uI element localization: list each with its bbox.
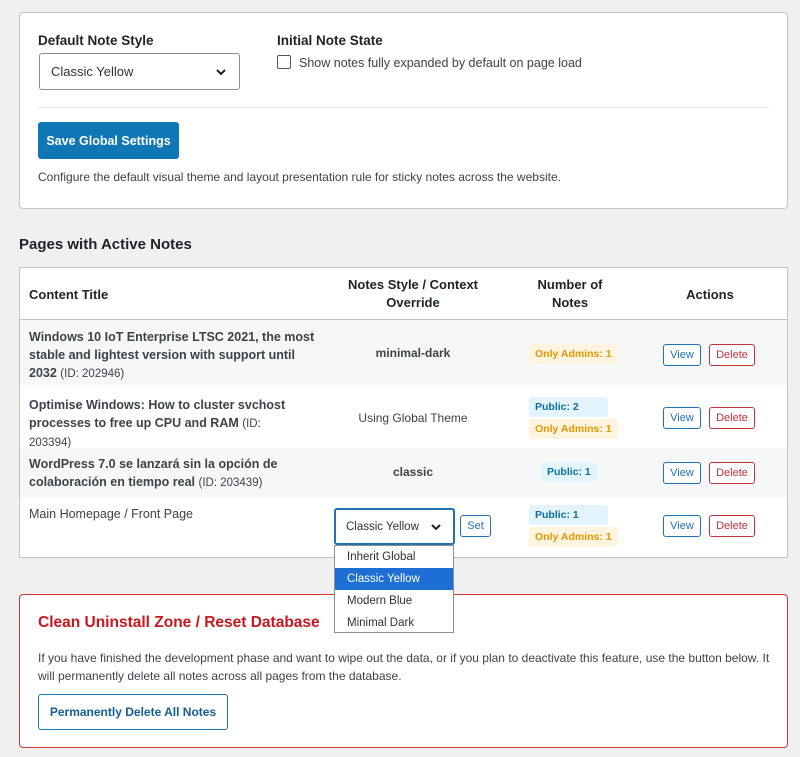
default-note-style-label: Default Note Style: [38, 33, 154, 48]
dropdown-option-minimal-dark[interactable]: Minimal Dark: [335, 612, 453, 634]
row-title: Windows 10 IoT Enterprise LTSC 2021, the…: [29, 328, 319, 383]
pages-table: Content Title Notes Style / Context Over…: [19, 267, 788, 558]
row-title: WordPress 7.0 se lanzará sin la opción d…: [29, 455, 299, 492]
col-actions: Actions: [686, 287, 734, 302]
row-title: Main Homepage / Front Page: [29, 505, 299, 523]
settings-description: Configure the default visual theme and l…: [38, 170, 561, 184]
note-style-dropdown: Inherit Global Classic Yellow Modern Blu…: [334, 545, 454, 633]
view-button[interactable]: View: [663, 344, 701, 366]
view-button[interactable]: View: [663, 462, 701, 484]
danger-zone-title: Clean Uninstall Zone / Reset Database: [38, 614, 320, 631]
note-style-override-value: Classic Yellow: [346, 520, 419, 533]
expanded-by-default-label: Show notes fully expanded by default on …: [299, 56, 582, 70]
delete-button[interactable]: Delete: [709, 407, 755, 429]
row-style: classic: [392, 465, 434, 479]
table-row: Optimise Windows: How to cluster svchost…: [20, 385, 787, 449]
row-style: Using Global Theme: [358, 411, 468, 425]
status-badge: Only Admins: 1: [529, 344, 618, 364]
default-note-style-select[interactable]: Classic Yellow: [39, 53, 240, 90]
dropdown-option-inherit-global[interactable]: Inherit Global: [335, 546, 453, 568]
col-number-of-notes: Number of Notes: [537, 277, 603, 310]
status-badge: Public: 1: [529, 505, 608, 525]
view-button[interactable]: View: [663, 515, 701, 537]
dropdown-option-classic-yellow[interactable]: Classic Yellow: [335, 568, 453, 590]
col-content-title: Content Title: [29, 287, 109, 302]
pages-heading: Pages with Active Notes: [19, 236, 192, 253]
delete-button[interactable]: Delete: [709, 344, 755, 366]
delete-button[interactable]: Delete: [709, 515, 755, 537]
status-badge: Public: 1: [541, 462, 597, 482]
divider: [38, 107, 769, 108]
set-button[interactable]: Set: [460, 515, 491, 537]
chevron-down-icon: [431, 523, 441, 530]
row-title: Optimise Windows: How to cluster svchost…: [29, 396, 299, 452]
save-global-settings-button[interactable]: Save Global Settings: [38, 122, 179, 159]
view-button[interactable]: View: [663, 407, 701, 429]
row-style: minimal-dark: [375, 346, 451, 360]
default-note-style-value: Classic Yellow: [51, 64, 134, 79]
danger-zone-text: If you have finished the development pha…: [38, 651, 770, 683]
row-title-text: Main Homepage / Front Page: [29, 507, 193, 521]
note-style-override-select[interactable]: Classic Yellow: [334, 508, 455, 545]
table-row: WordPress 7.0 se lanzará sin la opción d…: [20, 448, 787, 498]
row-id: (ID: 202946): [60, 368, 125, 380]
status-badge: Only Admins: 1: [529, 419, 618, 439]
global-settings-card: Default Note Style Classic Yellow Initia…: [19, 12, 788, 209]
table-row: Windows 10 IoT Enterprise LTSC 2021, the…: [20, 320, 787, 385]
delete-button[interactable]: Delete: [709, 462, 755, 484]
delete-all-notes-button[interactable]: Permanently Delete All Notes: [38, 694, 228, 730]
col-notes-style: Notes Style / Context Override: [347, 277, 479, 310]
chevron-down-icon: [216, 68, 226, 75]
status-badge: Public: 2: [529, 397, 608, 417]
expanded-by-default-checkbox[interactable]: [277, 55, 291, 69]
dropdown-option-modern-blue[interactable]: Modern Blue: [335, 590, 453, 612]
initial-note-state-label: Initial Note State: [277, 33, 383, 48]
status-badge: Only Admins: 1: [529, 527, 618, 547]
row-id: (ID: 203439): [198, 477, 263, 489]
